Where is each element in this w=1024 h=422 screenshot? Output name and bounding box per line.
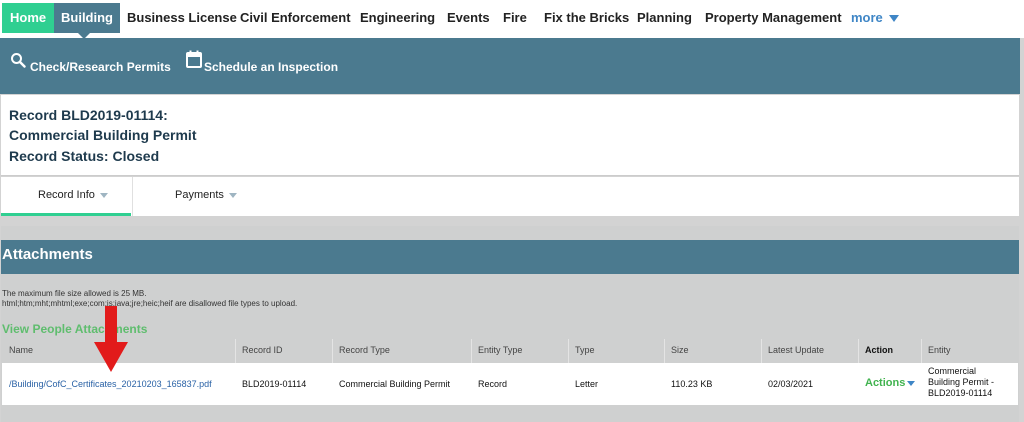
attachments-title: Attachments xyxy=(1,240,1019,274)
record-status: Record Status: Closed xyxy=(9,148,160,164)
chevron-down-icon xyxy=(907,380,916,386)
record-header: Record BLD2019-01114: Commercial Buildin… xyxy=(1,95,1019,176)
nav-events[interactable]: Events xyxy=(447,3,490,33)
cell-record-type: Commercial Building Permit xyxy=(339,379,451,389)
entity-line-2: Building Permit - xyxy=(928,377,995,387)
nav-business-license[interactable]: Business License xyxy=(127,3,237,33)
col-header-latest-update[interactable]: Latest Update xyxy=(768,345,824,355)
col-divider xyxy=(664,339,665,363)
cell-type: Letter xyxy=(575,379,599,389)
col-divider xyxy=(568,339,569,363)
nav-more-label: more xyxy=(851,10,883,25)
nav-property-management[interactable]: Property Management xyxy=(705,3,842,33)
chevron-down-icon xyxy=(888,15,899,23)
col-header-record-id[interactable]: Record ID xyxy=(242,345,283,355)
schedule-inspection-label: Schedule an Inspection xyxy=(204,60,339,74)
nav-more[interactable]: more xyxy=(851,3,899,33)
nav-fix-the-bricks[interactable]: Fix the Bricks xyxy=(544,3,629,33)
col-divider xyxy=(858,339,859,363)
cell-entity-type: Record xyxy=(478,379,508,389)
tab-payments[interactable]: Payments xyxy=(175,189,237,201)
col-header-size[interactable]: Size xyxy=(671,345,689,355)
disallowed-types-note: html;htm;mht;mhtml;exe;com;js;java;jre;h… xyxy=(2,299,298,308)
record-number: Record BLD2019-01114: xyxy=(9,107,168,123)
col-divider xyxy=(471,339,472,363)
check-permits-label: Check/Research Permits xyxy=(30,60,171,74)
nav-home[interactable]: Home xyxy=(2,3,55,33)
col-header-action: Action xyxy=(865,345,893,355)
attachments-section: Attachments The maximum file size allowe… xyxy=(1,226,1019,422)
col-header-type[interactable]: Type xyxy=(575,345,595,355)
calendar-icon xyxy=(186,50,202,68)
search-icon xyxy=(11,53,26,68)
record-tabs: Record Info Payments xyxy=(1,177,1019,216)
cell-record-id: BLD2019-01114 xyxy=(242,379,307,389)
chevron-down-icon xyxy=(228,192,237,198)
actions-label: Actions xyxy=(865,377,906,389)
max-size-note: The maximum file size allowed is 25 MB. xyxy=(2,289,147,298)
col-header-entity[interactable]: Entity xyxy=(928,345,951,355)
col-divider xyxy=(235,339,236,363)
chevron-down-icon xyxy=(99,192,108,198)
active-tab-indicator xyxy=(1,213,131,216)
attachment-file-link[interactable]: /Building/CofC_Certificates_20210203_165… xyxy=(9,379,212,389)
entity-line-1: Commercial xyxy=(928,366,977,376)
record-type-title: Commercial Building Permit xyxy=(9,127,197,143)
nav-fire[interactable]: Fire xyxy=(503,3,527,33)
col-header-record-type[interactable]: Record Type xyxy=(339,345,390,355)
entity-line-3: BLD2019-01114 xyxy=(928,388,993,398)
col-divider xyxy=(332,339,333,363)
col-header-name[interactable]: Name xyxy=(9,345,33,355)
col-divider xyxy=(921,339,922,363)
cell-entity: Commercial Building Permit - BLD2019-011… xyxy=(928,366,1016,399)
sub-nav: Check/Research Permits Schedule an Inspe… xyxy=(0,38,1020,94)
tab-record-info[interactable]: Record Info xyxy=(38,189,108,201)
red-arrow-annotation xyxy=(94,306,128,372)
col-divider xyxy=(761,339,762,363)
table-row: /Building/CofC_Certificates_20210203_165… xyxy=(2,363,1018,405)
nav-civil-enforcement[interactable]: Civil Enforcement xyxy=(240,3,351,33)
cell-latest-update: 02/03/2021 xyxy=(768,379,814,389)
tab-record-info-label: Record Info xyxy=(38,189,95,201)
top-nav: Home Building Business License Civil Enf… xyxy=(0,0,1024,39)
cell-size: 110.23 KB xyxy=(671,379,713,389)
nav-building[interactable]: Building xyxy=(54,3,120,33)
actions-dropdown[interactable]: Actions xyxy=(865,377,916,389)
tab-payments-label: Payments xyxy=(175,189,224,201)
nav-engineering[interactable]: Engineering xyxy=(360,3,435,33)
tab-divider xyxy=(132,177,133,216)
nav-planning[interactable]: Planning xyxy=(637,3,692,33)
col-header-entity-type[interactable]: Entity Type xyxy=(478,345,522,355)
